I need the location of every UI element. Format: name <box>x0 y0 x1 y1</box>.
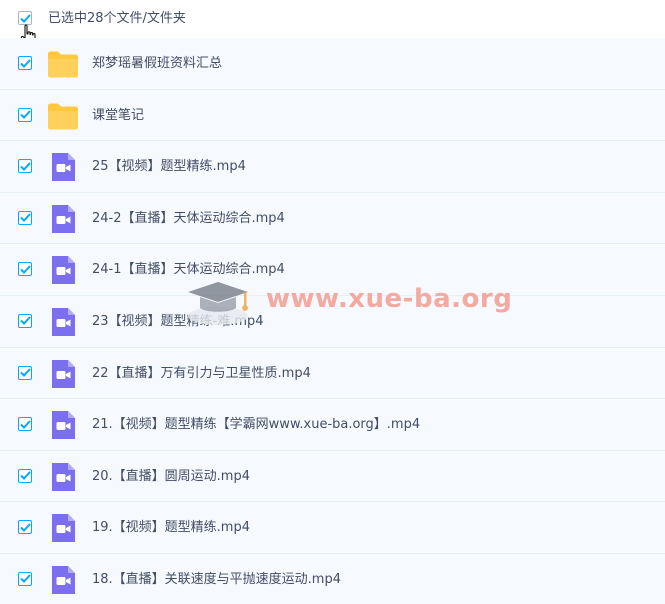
file-row[interactable]: 19.【视频】题型精练.mp4 <box>0 502 665 554</box>
file-name[interactable]: 24-2【直播】天体运动综合.mp4 <box>92 210 285 227</box>
video-file-icon <box>52 153 75 182</box>
file-row[interactable]: 21.【视频】题型精练【学霸网www.xue-ba.org】.mp4 <box>0 399 665 451</box>
file-row[interactable]: 23【视频】题型精练-难.mp4 <box>0 295 665 348</box>
checkmark-icon <box>19 316 31 326</box>
file-name[interactable]: 20.【直播】圆周运动.mp4 <box>92 468 250 485</box>
file-row[interactable]: 24-1【直播】天体运动综合.mp4 <box>0 244 665 296</box>
video-file-icon <box>52 462 75 491</box>
file-row[interactable]: 20.【直播】圆周运动.mp4 <box>0 450 665 503</box>
file-checkbox[interactable] <box>18 417 32 432</box>
video-file-icon <box>52 565 75 594</box>
file-name[interactable]: 课堂笔记 <box>92 107 144 124</box>
file-checkbox[interactable] <box>18 571 32 586</box>
file-name[interactable]: 25【视频】题型精练.mp4 <box>92 158 246 175</box>
file-checkbox[interactable] <box>18 159 32 174</box>
file-list-panel: 已选中28个文件/文件夹 郑梦瑶暑假班资料汇总 课堂笔记 25【视频】题型精练.mp… <box>0 0 665 604</box>
file-checkbox[interactable] <box>18 520 32 535</box>
checkmark-icon <box>19 471 31 481</box>
checkmark-icon <box>19 368 31 378</box>
file-row[interactable]: 课堂笔记 <box>0 89 665 142</box>
video-file-icon <box>52 359 75 388</box>
file-name[interactable]: 24-1【直播】天体运动综合.mp4 <box>92 261 285 278</box>
checkmark-icon <box>19 523 31 532</box>
video-file-icon <box>52 411 75 440</box>
file-checkbox[interactable] <box>18 107 32 122</box>
file-checkbox[interactable] <box>18 210 32 225</box>
video-file-icon <box>52 514 75 543</box>
file-name[interactable]: 23【视频】题型精练-难.mp4 <box>92 313 264 330</box>
selection-header: 已选中28个文件/文件夹 <box>0 0 665 46</box>
file-checkbox[interactable] <box>18 262 32 277</box>
video-file-icon <box>52 204 75 233</box>
file-row[interactable]: 郑梦瑶暑假班资料汇总 <box>0 38 665 90</box>
selected-count-label: 已选中28个文件/文件夹 <box>48 11 186 26</box>
file-name[interactable]: 19.【视频】题型精练.mp4 <box>92 519 250 536</box>
file-name[interactable]: 22【直播】万有引力与卫星性质.mp4 <box>92 365 311 382</box>
checkmark-icon <box>19 419 31 429</box>
checkmark-icon <box>19 574 31 584</box>
file-name[interactable]: 18.【直播】关联速度与平抛速度运动.mp4 <box>92 571 341 588</box>
file-name[interactable]: 郑梦瑶暑假班资料汇总 <box>92 55 222 72</box>
file-row[interactable]: 25【视频】题型精练.mp4 <box>0 141 665 193</box>
folder-icon <box>48 103 78 130</box>
file-checkbox[interactable] <box>18 56 32 70</box>
video-file-icon <box>52 307 75 336</box>
checkmark-icon <box>19 110 31 120</box>
file-name[interactable]: 21.【视频】题型精练【学霸网www.xue-ba.org】.mp4 <box>92 416 420 433</box>
checkmark-icon <box>19 13 31 23</box>
file-checkbox[interactable] <box>18 313 32 328</box>
folder-icon <box>48 51 78 78</box>
checkmark-icon <box>19 58 31 68</box>
video-file-icon <box>52 256 75 285</box>
file-row[interactable]: 24-2【直播】天体运动综合.mp4 <box>0 192 665 245</box>
file-list: 郑梦瑶暑假班资料汇总 课堂笔记 25【视频】题型精练.mp4 24-2【直播】天体运动… <box>0 38 665 604</box>
file-row[interactable]: 22【直播】万有引力与卫星性质.mp4 <box>0 347 665 400</box>
file-row[interactable]: 18.【直播】关联速度与平抛速度运动.mp4 <box>0 553 665 604</box>
checkmark-icon <box>19 265 31 274</box>
file-checkbox[interactable] <box>18 468 32 483</box>
checkmark-icon <box>19 213 31 223</box>
file-checkbox[interactable] <box>18 365 32 380</box>
checkmark-icon <box>19 162 31 171</box>
select-all-checkbox[interactable] <box>18 11 32 25</box>
